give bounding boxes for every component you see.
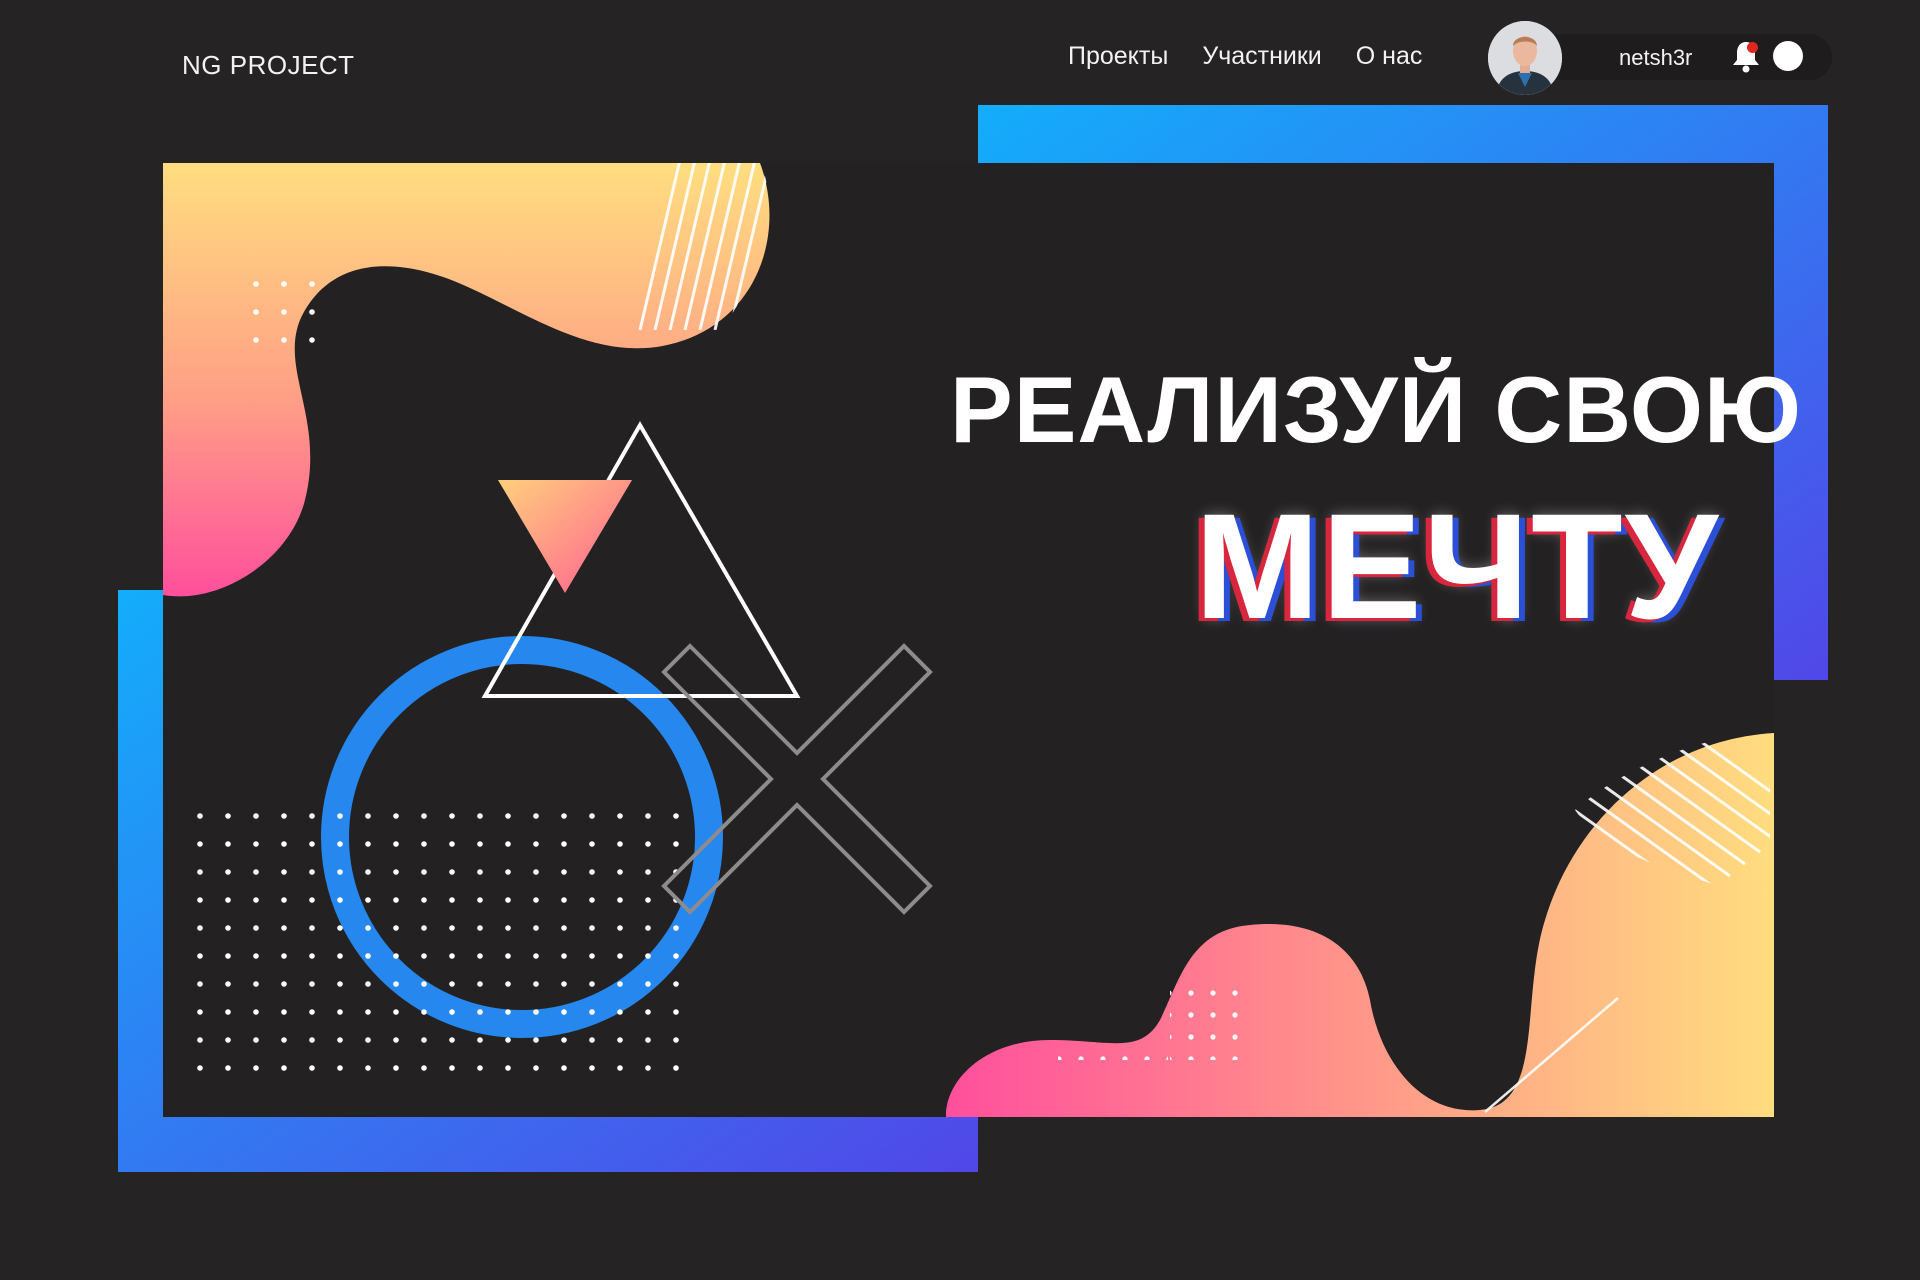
dot-row-bottom-right [1058,1050,1168,1060]
theme-toggle-icon[interactable] [1773,41,1803,71]
nav-item-members[interactable]: Участники [1202,42,1321,71]
hero-headline-accent: МЕЧТУ [1194,482,1720,650]
dot-grid-top-left [245,280,337,360]
avatar-image [1488,21,1562,95]
dot-grid-bottom-right [1170,980,1240,1060]
nav-item-projects[interactable]: Проекты [1068,42,1168,71]
avatar[interactable] [1488,21,1562,95]
username[interactable]: netsh3r [1619,45,1692,71]
notification-dot [1747,42,1758,53]
logo[interactable]: NG PROJECT [182,50,355,81]
dot-grid-main [195,805,685,1085]
hero-headline: РЕАЛИЗУЙ СВОЮ [950,357,1802,462]
nav-item-about[interactable]: О нас [1356,42,1423,71]
main-nav: Проекты Участники О нас [1068,42,1422,71]
